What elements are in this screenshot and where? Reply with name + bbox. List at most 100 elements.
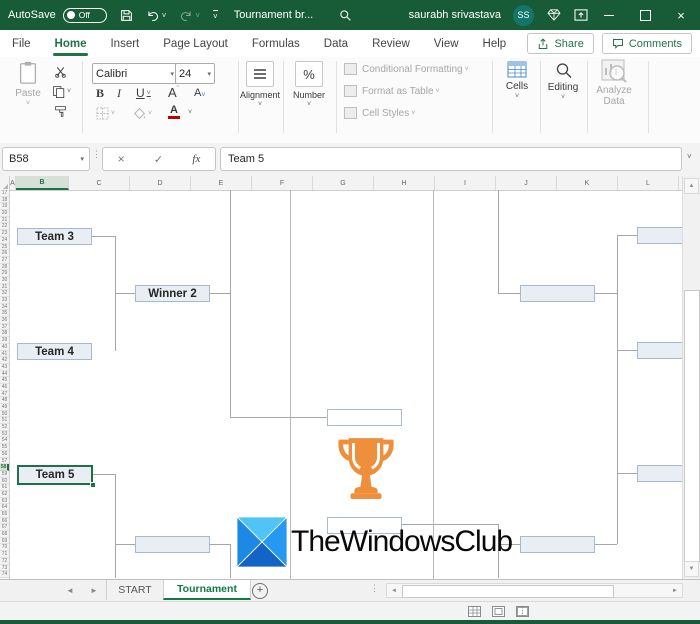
paste-dropdown-icon: ˅: [25, 100, 31, 107]
bracket-connector: [595, 544, 617, 545]
bracket-box-empty[interactable]: [637, 227, 683, 244]
ribbon-display-options-button[interactable]: [574, 9, 588, 21]
formula-input[interactable]: Team 5: [220, 147, 682, 171]
tab-help[interactable]: Help: [471, 30, 519, 57]
styles-item-format-as-table[interactable]: Format as Table ˅: [344, 85, 440, 97]
tab-home[interactable]: Home: [43, 30, 99, 57]
tabbar-splitter[interactable]: ⋮: [370, 583, 379, 594]
customize-quick-access-button[interactable]: ˅: [213, 9, 218, 21]
increase-font-button[interactable]: Aˆ: [168, 85, 179, 100]
font-size-combobox[interactable]: 24 ▾: [175, 63, 215, 84]
scroll-down-button[interactable]: ▼: [684, 561, 699, 577]
cells-button[interactable]: Cells ˅: [495, 61, 539, 100]
scroll-right-button[interactable]: ►: [669, 585, 681, 596]
copy-button[interactable]: ˅: [52, 85, 71, 98]
borders-button[interactable]: ˅: [96, 107, 115, 120]
premium-gem-icon[interactable]: [547, 9, 561, 21]
bracket-box-team-4[interactable]: Team 4: [17, 343, 92, 360]
bracket-box-label: Team 4: [35, 345, 74, 358]
save-button[interactable]: [120, 9, 133, 22]
bracket-box-empty[interactable]: [135, 536, 210, 553]
horizontal-scrollbar[interactable]: ◄ ►: [386, 583, 683, 598]
font-color-label: A: [170, 104, 178, 116]
clipboard-icon: [19, 61, 37, 84]
tab-formulas[interactable]: Formulas: [240, 30, 312, 57]
minimize-button[interactable]: [594, 0, 624, 30]
maximize-button[interactable]: [630, 0, 660, 30]
name-box-dropdown-icon[interactable]: ▾: [80, 155, 84, 163]
bracket-box-team-5[interactable]: Team 5: [17, 465, 93, 485]
page-layout-view-button[interactable]: [492, 606, 505, 617]
bracket-box-team-3[interactable]: Team 3: [17, 228, 92, 245]
comments-button[interactable]: Comments: [601, 33, 692, 54]
paste-button[interactable]: Paste ˅: [6, 61, 50, 107]
page-break-view-button[interactable]: [516, 606, 529, 617]
prev-sheet-button[interactable]: ◄: [66, 580, 74, 601]
fill-color-button[interactable]: ˅: [133, 107, 152, 120]
bracket-box-empty[interactable]: [637, 465, 683, 482]
tab-page-layout[interactable]: Page Layout: [151, 30, 240, 57]
editing-button[interactable]: Editing ˅: [541, 61, 585, 101]
formula-bar-splitter[interactable]: ⋮: [92, 150, 101, 159]
bracket-box-winner-2[interactable]: Winner 2: [135, 285, 210, 302]
fill-handle[interactable]: [90, 482, 96, 488]
toggle-knob-icon: [66, 11, 75, 19]
undo-dropdown-icon[interactable]: ˅: [162, 11, 167, 20]
user-name[interactable]: saurabh srivastava: [409, 9, 501, 21]
add-sheet-button[interactable]: +: [252, 583, 268, 599]
undo-button[interactable]: ˅: [146, 9, 167, 22]
sheet-tab-tournament[interactable]: Tournament: [163, 580, 251, 600]
vertical-scroll-thumb[interactable]: [684, 290, 700, 562]
format-painter-button[interactable]: [54, 105, 67, 118]
scroll-left-button[interactable]: ◄: [388, 585, 400, 596]
font-name-combobox[interactable]: Calibri ▾: [92, 63, 178, 84]
bracket-connector: [617, 473, 637, 474]
italic-button[interactable]: I: [117, 86, 121, 101]
alignment-icon: [246, 61, 274, 87]
tab-data[interactable]: Data: [312, 30, 360, 57]
percent-icon: %: [295, 61, 323, 87]
bold-button[interactable]: B: [96, 86, 104, 101]
analyze-data-button[interactable]: Analyze Data: [589, 59, 639, 107]
number-dropdown-icon: ˅: [306, 101, 312, 108]
scroll-up-button[interactable]: ▲: [684, 178, 699, 194]
search-button[interactable]: [339, 9, 352, 22]
styles-item-cell-styles[interactable]: Cell Styles ˅: [344, 107, 415, 119]
paste-label: Paste: [15, 88, 41, 99]
decrease-font-button[interactable]: A ˅: [194, 87, 205, 99]
bracket-box-empty[interactable]: [520, 536, 595, 553]
cut-button[interactable]: [54, 65, 67, 78]
horizontal-scroll-thumb[interactable]: [402, 585, 614, 598]
sheet-tab-start[interactable]: START: [106, 580, 164, 600]
font-color-button[interactable]: A: [168, 105, 180, 119]
enter-icon[interactable]: ✓: [154, 153, 163, 166]
tab-insert[interactable]: Insert: [98, 30, 151, 57]
name-box[interactable]: B58 ▾: [2, 147, 90, 171]
number-button[interactable]: % Number ˅: [287, 61, 331, 108]
document-title: Tournament br...: [233, 9, 314, 21]
tab-review[interactable]: Review: [360, 30, 422, 57]
redo-button[interactable]: ˅: [179, 9, 200, 22]
tab-file[interactable]: File: [0, 30, 43, 57]
cancel-icon[interactable]: ×: [118, 152, 125, 166]
insert-function-icon[interactable]: fx: [192, 153, 200, 165]
bracket-box-empty[interactable]: [520, 285, 595, 302]
normal-view-button[interactable]: [468, 606, 481, 617]
alignment-button[interactable]: Alignment ˅: [238, 61, 282, 108]
ribbon-tab-row: File Home Insert Page Layout Formulas Data Rev…: [0, 30, 700, 58]
styles-item-conditional-formatting[interactable]: Conditional Formatting ˅: [344, 63, 469, 75]
next-sheet-button[interactable]: ►: [90, 580, 98, 601]
close-button[interactable]: ×: [666, 0, 696, 30]
redo-dropdown-icon[interactable]: ˅: [195, 11, 200, 20]
redo-icon: [181, 10, 191, 21]
vertical-scrollbar[interactable]: ▲ ▼: [682, 176, 700, 579]
styles-item-label: Conditional Formatting: [362, 63, 463, 75]
avatar[interactable]: SS: [513, 4, 534, 26]
bracket-box-empty[interactable]: [327, 409, 402, 426]
tab-view[interactable]: View: [422, 30, 471, 57]
share-button[interactable]: Share: [527, 33, 594, 54]
expand-formula-bar-icon[interactable]: ˅: [687, 152, 692, 161]
bracket-box-empty[interactable]: [637, 342, 683, 359]
underline-button[interactable]: U ˅: [136, 86, 151, 100]
autosave-toggle[interactable]: Off: [62, 7, 107, 23]
